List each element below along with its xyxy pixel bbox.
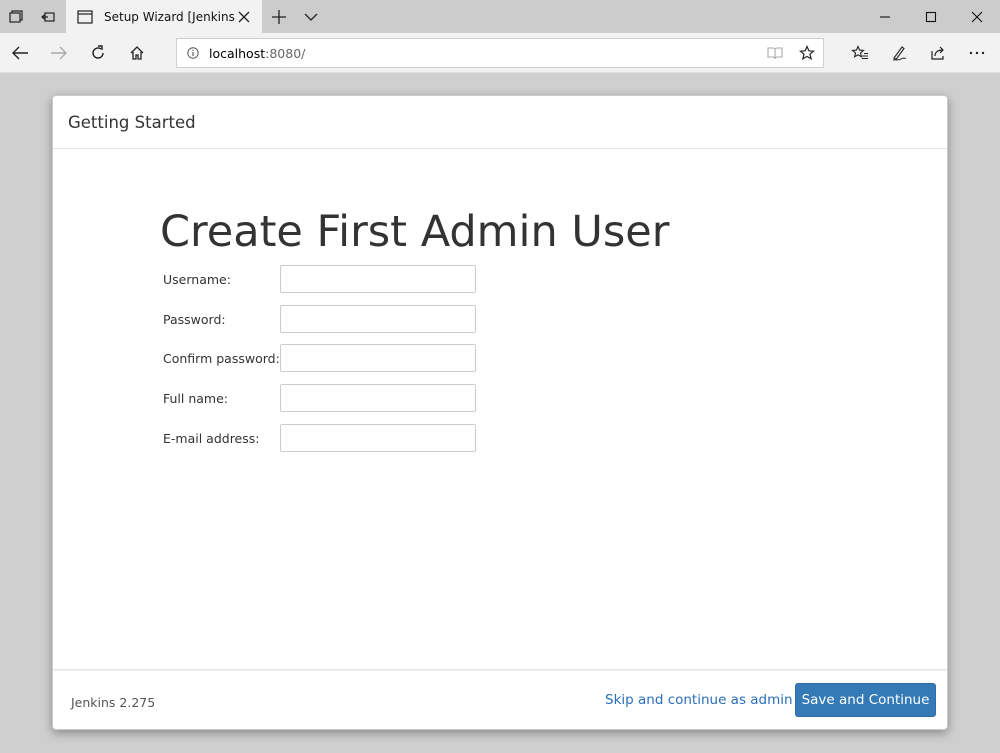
home-icon[interactable] (117, 33, 156, 73)
share-icon[interactable] (918, 33, 957, 73)
star-icon[interactable] (791, 39, 823, 67)
back-arrow-icon[interactable] (0, 33, 39, 73)
version-label: Jenkins 2.275 (71, 695, 156, 710)
password-input[interactable] (280, 305, 476, 333)
setup-wizard-dialog: Getting Started Create First Admin User … (52, 95, 948, 730)
new-tab-icon[interactable] (262, 0, 296, 33)
minimize-icon[interactable] (862, 0, 908, 33)
tab-actions-icon[interactable] (0, 0, 32, 33)
confirm-password-label: Confirm password: (163, 350, 280, 366)
window-close-icon[interactable] (954, 0, 1000, 33)
favorites-icon[interactable] (840, 33, 879, 73)
pen-icon[interactable] (879, 33, 918, 73)
tab-setup-wizard[interactable]: Setup Wizard [Jenkins] (66, 0, 262, 33)
url-text[interactable]: localhost:8080/ (209, 46, 759, 61)
full-name-input[interactable] (280, 384, 476, 412)
dialog-body: Create First Admin User Username: Passwo… (53, 149, 947, 670)
browser-title-bar: Setup Wizard [Jenkins] (0, 0, 1000, 33)
email-label: E-mail address: (163, 430, 260, 446)
reading-view-icon[interactable] (759, 39, 791, 67)
page-icon (76, 8, 94, 26)
password-row: Password: (163, 305, 476, 333)
full-name-row: Full name: (163, 384, 476, 412)
email-row: E-mail address: (163, 424, 476, 452)
browser-nav-bar: localhost:8080/ (0, 33, 1000, 73)
dialog-footer: Jenkins 2.275 Skip and continue as admin… (53, 669, 947, 729)
confirm-password-row: Confirm password: (163, 344, 476, 372)
more-icon[interactable] (957, 33, 996, 73)
confirm-password-input[interactable] (280, 344, 476, 372)
dialog-header-title: Getting Started (68, 112, 196, 132)
email-input[interactable] (280, 424, 476, 452)
maximize-icon[interactable] (908, 0, 954, 33)
url-host: localhost (209, 45, 266, 61)
skip-continue-link[interactable]: Skip and continue as admin (605, 692, 793, 708)
info-icon[interactable] (177, 47, 209, 59)
close-icon[interactable] (236, 9, 252, 25)
address-bar[interactable]: localhost:8080/ (176, 38, 824, 68)
tab-title: Setup Wizard [Jenkins] (104, 9, 236, 24)
save-and-continue-button[interactable]: Save and Continue (795, 683, 936, 717)
username-row: Username: (163, 265, 476, 293)
forward-arrow-icon[interactable] (39, 33, 78, 73)
username-label: Username: (163, 271, 231, 287)
chevron-down-icon[interactable] (296, 0, 326, 33)
url-path: :8080/ (265, 45, 306, 61)
page-title: Create First Admin User (160, 207, 670, 257)
dialog-header: Getting Started (53, 96, 947, 149)
username-input[interactable] (280, 265, 476, 293)
refresh-icon[interactable] (78, 33, 117, 73)
set-aside-tabs-icon[interactable] (32, 0, 64, 33)
password-label: Password: (163, 311, 226, 327)
full-name-label: Full name: (163, 390, 229, 406)
